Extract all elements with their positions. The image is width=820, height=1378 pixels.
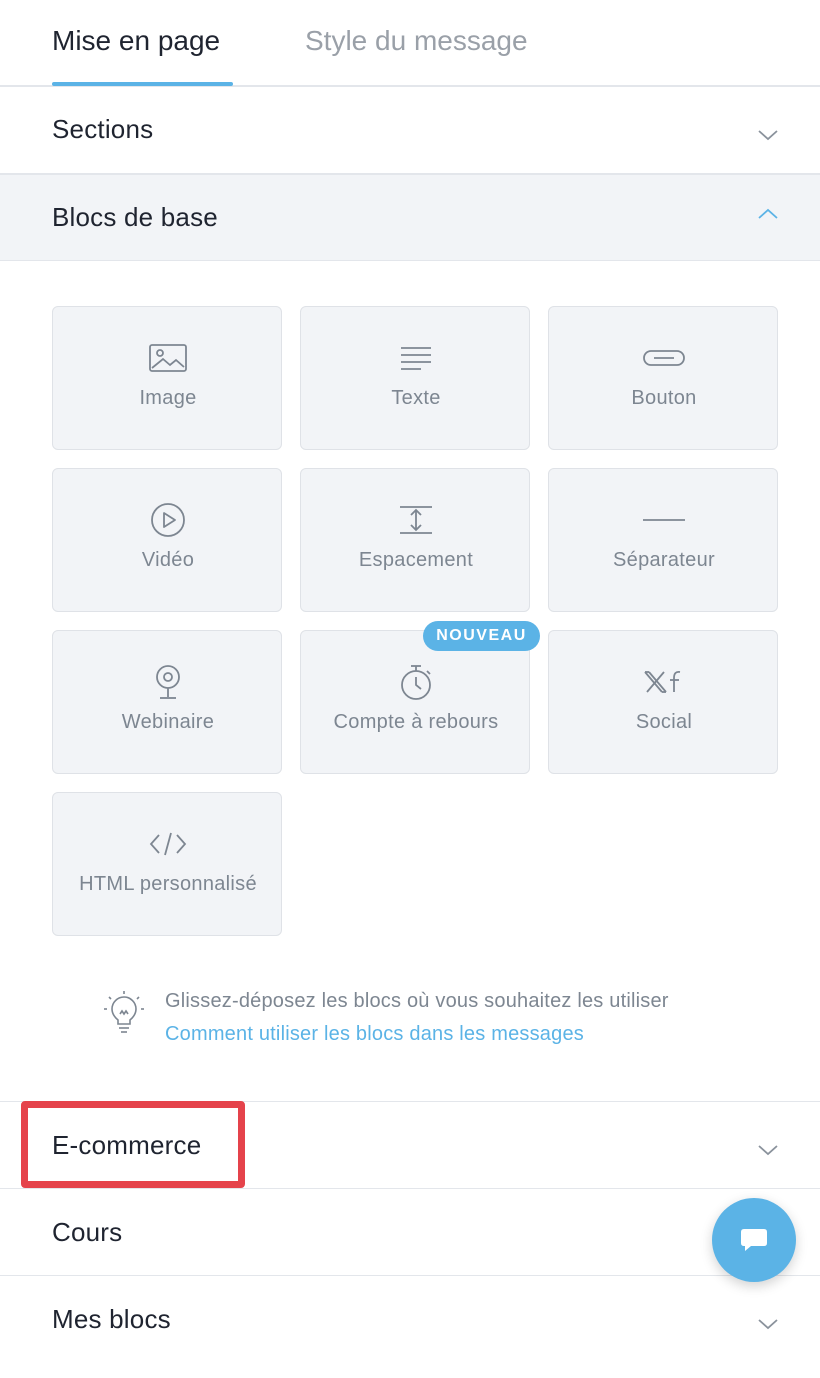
video-icon [53,503,283,537]
tab-layout[interactable]: Mise en page [52,24,220,58]
block-label: HTML personnalisé [79,873,257,895]
timer-icon [301,665,531,700]
block-tile-social[interactable]: Social [548,630,778,774]
block-tile-webinar[interactable]: Webinaire [52,630,282,774]
accordion-my-blocks-label: Mes blocs [52,1304,171,1334]
code-icon [53,827,283,861]
block-tile-countdown[interactable]: Compte à rebours [300,630,530,774]
block-tile-spacing[interactable]: Espacement [300,468,530,612]
block-tile-text[interactable]: Texte [300,306,530,450]
accordion-sections[interactable]: Sections [0,87,820,174]
chat-icon [741,1229,767,1251]
block-label: Social [635,711,693,733]
accordion-basic-blocks[interactable]: Blocs de base [0,174,820,261]
button-icon [549,341,779,375]
chevron-down-icon [758,1319,778,1330]
block-tile-custom-html[interactable]: HTML personnalisé [52,792,282,936]
block-tile-button[interactable]: Bouton [548,306,778,450]
chat-button[interactable] [712,1198,796,1282]
block-label: Espacement [358,549,474,571]
social-icon [549,665,779,699]
accordion-sections-label: Sections [52,114,154,144]
block-label: Bouton [631,387,697,409]
accordion-ecommerce[interactable]: E-commerce [0,1101,820,1189]
accordion-ecommerce-label: E-commerce [52,1130,202,1160]
hint-text: Glissez-déposez les blocs où vous souhai… [165,990,669,1012]
webinar-icon [53,665,283,699]
block-label: Webinaire [121,711,215,733]
chevron-down-icon [758,130,778,141]
tab-bar: Mise en page Style du message [0,0,820,87]
new-badge: NOUVEAU [423,621,540,651]
help-link[interactable]: Comment utiliser les blocs dans les mess… [165,1023,584,1046]
accordion-my-blocks[interactable]: Mes blocs [0,1276,820,1378]
accordion-basic-blocks-label: Blocs de base [52,202,218,232]
active-tab-indicator [52,82,233,86]
lightbulb-icon [104,991,144,1033]
block-label: Vidéo [141,549,195,571]
block-tile-image[interactable]: Image [52,306,282,450]
block-label: Texte [391,387,441,409]
accordion-courses[interactable]: Cours [0,1189,820,1276]
chevron-up-icon [758,208,778,219]
tab-message-style[interactable]: Style du message [305,24,528,58]
block-label: Compte à rebours [333,711,499,733]
text-icon [301,341,531,375]
block-tile-separator[interactable]: Séparateur [548,468,778,612]
image-icon [53,341,283,375]
spacing-icon [301,503,531,537]
block-label: Séparateur [613,549,715,571]
block-label: Image [139,387,197,409]
accordion-courses-label: Cours [52,1217,123,1247]
separator-icon [549,503,779,537]
chevron-down-icon [758,1145,778,1156]
block-tile-video[interactable]: Vidéo [52,468,282,612]
